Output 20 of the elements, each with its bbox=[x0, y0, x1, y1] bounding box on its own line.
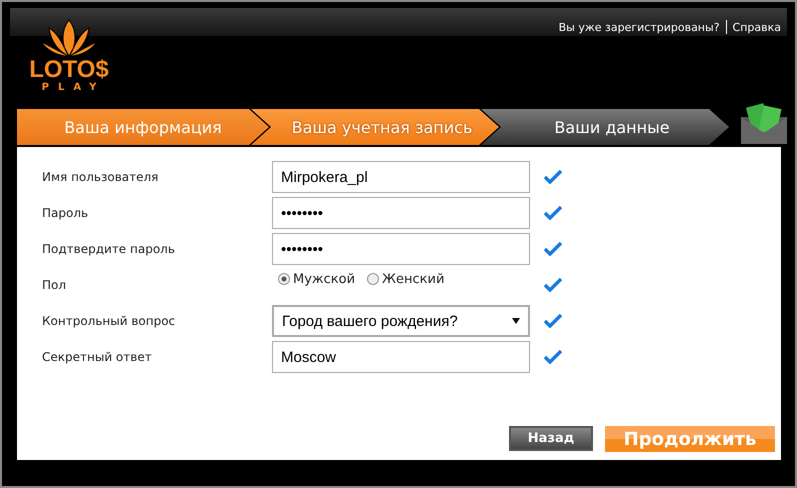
dropdown-arrow-icon bbox=[512, 318, 520, 324]
login-link[interactable]: Вы уже зарегистрированы? bbox=[558, 21, 720, 34]
field-label: Пароль bbox=[42, 206, 90, 220]
back-button[interactable]: Назад bbox=[509, 426, 593, 451]
radio-option[interactable]: Женский bbox=[367, 272, 444, 286]
field-label: Имя пользователя bbox=[42, 170, 160, 184]
password-field[interactable]: •••••••• bbox=[272, 233, 530, 265]
help-link[interactable]: Справка bbox=[732, 21, 781, 34]
field-label: Секретный ответ bbox=[42, 350, 153, 364]
field-label: Пол bbox=[42, 278, 68, 292]
logo-subtitle: PLAY bbox=[42, 82, 106, 93]
input-field[interactable]: Moscow bbox=[272, 341, 530, 373]
money-envelope-icon bbox=[739, 103, 789, 145]
password-field[interactable]: •••••••• bbox=[272, 197, 530, 229]
dropdown[interactable]: Город вашего рождения? bbox=[272, 305, 530, 337]
field-label: Подтвердите пароль bbox=[42, 242, 176, 256]
input-field[interactable]: Mirpokera_pl bbox=[272, 161, 530, 193]
logo-name: LOTO$ bbox=[29, 58, 109, 82]
field-label: Контрольный вопрос bbox=[42, 314, 176, 328]
radio-option[interactable]: Мужской bbox=[278, 272, 356, 286]
